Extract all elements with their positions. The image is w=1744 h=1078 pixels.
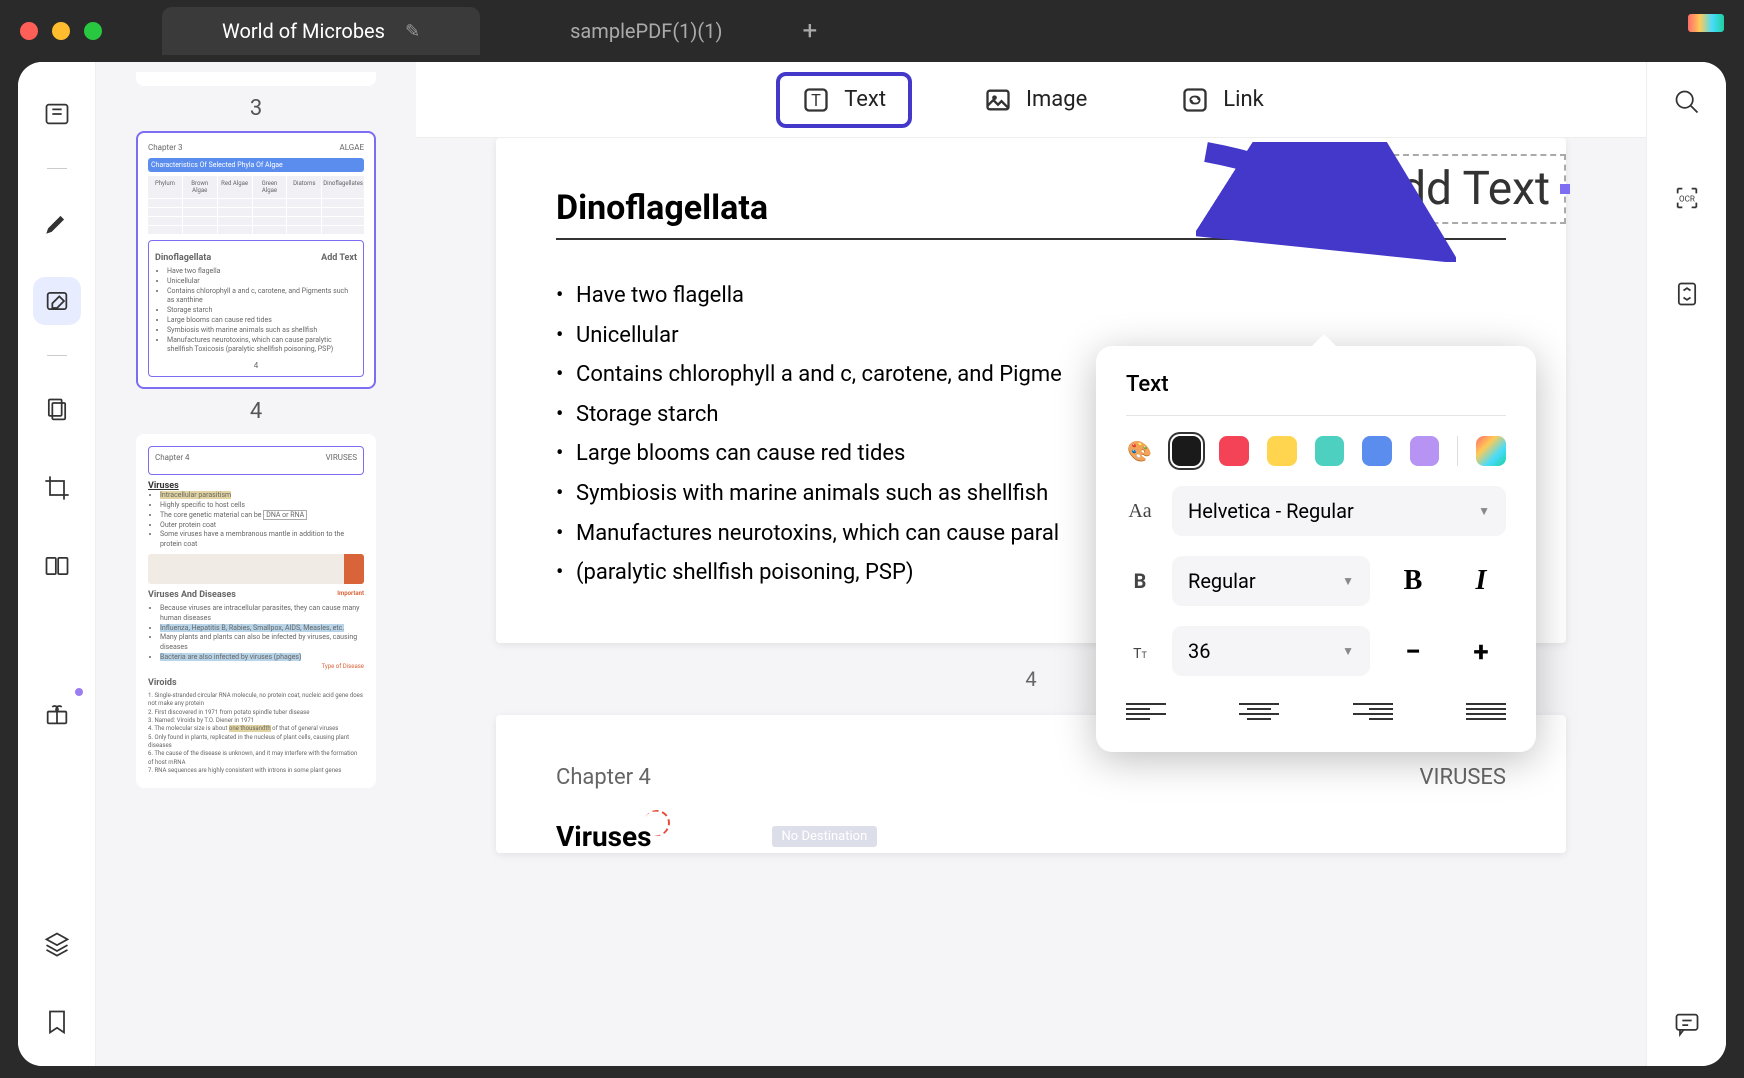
text-properties-panel: Text 🎨 Aa Helvetica - Regular▼ B — [1096, 346, 1536, 752]
color-yellow[interactable] — [1267, 436, 1297, 466]
font-row: Aa Helvetica - Regular▼ — [1126, 486, 1506, 536]
image-icon — [984, 86, 1012, 114]
chapter-name: VIRUSES — [1420, 765, 1506, 790]
resize-handle-left[interactable] — [1350, 184, 1360, 194]
color-custom[interactable] — [1476, 436, 1506, 466]
edit-toolbar: T Text Image Link — [416, 62, 1646, 138]
convert-icon[interactable] — [1669, 276, 1705, 312]
tab-label: World of Microbes — [222, 19, 385, 43]
ocr-icon[interactable]: OCR — [1669, 180, 1705, 216]
font-dropdown[interactable]: Helvetica - Regular▼ — [1172, 486, 1506, 536]
image-tool-button[interactable]: Image — [962, 76, 1109, 124]
weight-dropdown[interactable]: Regular▼ — [1172, 556, 1370, 606]
increase-size-button[interactable]: + — [1456, 626, 1506, 676]
pencil-icon[interactable]: ✎ — [405, 21, 420, 42]
app-logo — [1688, 14, 1724, 32]
svg-text:T: T — [811, 90, 821, 109]
app-window: 3 Chapter 3ALGAE Characteristics Of Sele… — [18, 62, 1726, 1066]
layers-tool[interactable] — [33, 920, 81, 968]
align-center-button[interactable] — [1239, 696, 1279, 726]
maximize-window[interactable] — [84, 22, 102, 40]
color-row: 🎨 — [1126, 436, 1506, 466]
compare-tool[interactable] — [33, 542, 81, 590]
link-icon — [1181, 86, 1209, 114]
titlebar: World of Microbes ✎ samplePDF(1)(1) + — [0, 0, 1744, 62]
reader-tool[interactable] — [33, 90, 81, 138]
color-purple[interactable] — [1410, 436, 1440, 466]
right-sidebar: OCR — [1646, 62, 1726, 1066]
align-right-button[interactable] — [1353, 696, 1393, 726]
text-icon: T — [802, 86, 830, 114]
color-black[interactable] — [1172, 436, 1202, 466]
bold-button[interactable]: B — [1388, 556, 1438, 606]
text-tool-button[interactable]: T Text — [776, 72, 912, 128]
edit-tool[interactable] — [33, 277, 81, 325]
align-justify-button[interactable] — [1466, 696, 1506, 726]
list-item[interactable]: Have two flagella — [556, 276, 1506, 316]
window-controls — [20, 22, 102, 40]
tab-active[interactable]: World of Microbes ✎ — [162, 7, 480, 55]
chevron-down-icon: ▼ — [1342, 644, 1354, 658]
size-dropdown[interactable]: 36▼ — [1172, 626, 1370, 676]
decrease-size-button[interactable]: − — [1388, 626, 1438, 676]
color-red[interactable] — [1219, 436, 1249, 466]
svg-text:OCR: OCR — [1679, 194, 1695, 204]
color-teal[interactable] — [1315, 436, 1345, 466]
minimize-window[interactable] — [52, 22, 70, 40]
gift-tool[interactable] — [33, 690, 81, 738]
crop-tool[interactable] — [33, 464, 81, 512]
align-row — [1126, 696, 1506, 726]
notification-dot — [75, 688, 83, 696]
chevron-down-icon: ▼ — [1478, 504, 1490, 518]
panel-title: Text — [1126, 372, 1506, 397]
thumbnail-page-4[interactable]: Chapter 3ALGAE Characteristics Of Select… — [136, 131, 376, 389]
font-icon: Aa — [1126, 500, 1154, 523]
size-icon: TT — [1126, 639, 1154, 663]
bookmark-tool[interactable] — [33, 998, 81, 1046]
link-tool-button[interactable]: Link — [1159, 76, 1286, 124]
italic-button[interactable]: I — [1456, 556, 1506, 606]
page-label-4: 4 — [126, 399, 386, 424]
no-destination-badge: No Destination — [772, 826, 878, 847]
add-text-placeholder[interactable]: Add Text — [1354, 154, 1566, 224]
chevron-down-icon: ▼ — [1342, 574, 1354, 588]
comment-icon[interactable] — [1669, 1006, 1705, 1042]
thumbnail-page-3[interactable] — [136, 72, 376, 86]
highlighter-tool[interactable] — [33, 199, 81, 247]
chapter-label: Chapter 4 — [556, 765, 651, 790]
weight-row: B Regular▼ B I — [1126, 556, 1506, 606]
thumbnail-page-5[interactable]: Chapter 4VIRUSES Viruses Intracellular p… — [136, 434, 376, 787]
viruses-heading[interactable]: Viruses — [556, 820, 652, 853]
thumbnail-panel: 3 Chapter 3ALGAE Characteristics Of Sele… — [96, 62, 416, 1066]
page-label-3: 3 — [126, 96, 386, 121]
size-row: TT 36▼ − + — [1126, 626, 1506, 676]
align-left-button[interactable] — [1126, 696, 1166, 726]
search-icon[interactable] — [1669, 84, 1705, 120]
tab-inactive[interactable]: samplePDF(1)(1) — [570, 19, 722, 43]
close-window[interactable] — [20, 22, 38, 40]
palette-icon: 🎨 — [1126, 439, 1154, 463]
add-tab-button[interactable]: + — [802, 16, 817, 46]
bold-icon: B — [1126, 569, 1154, 593]
page-tool[interactable] — [33, 386, 81, 434]
color-blue[interactable] — [1362, 436, 1392, 466]
resize-handle-right[interactable] — [1560, 184, 1570, 194]
left-sidebar — [18, 62, 96, 1066]
main-view: T Text Image Link Dinoflagellata Have tw… — [416, 62, 1646, 1066]
